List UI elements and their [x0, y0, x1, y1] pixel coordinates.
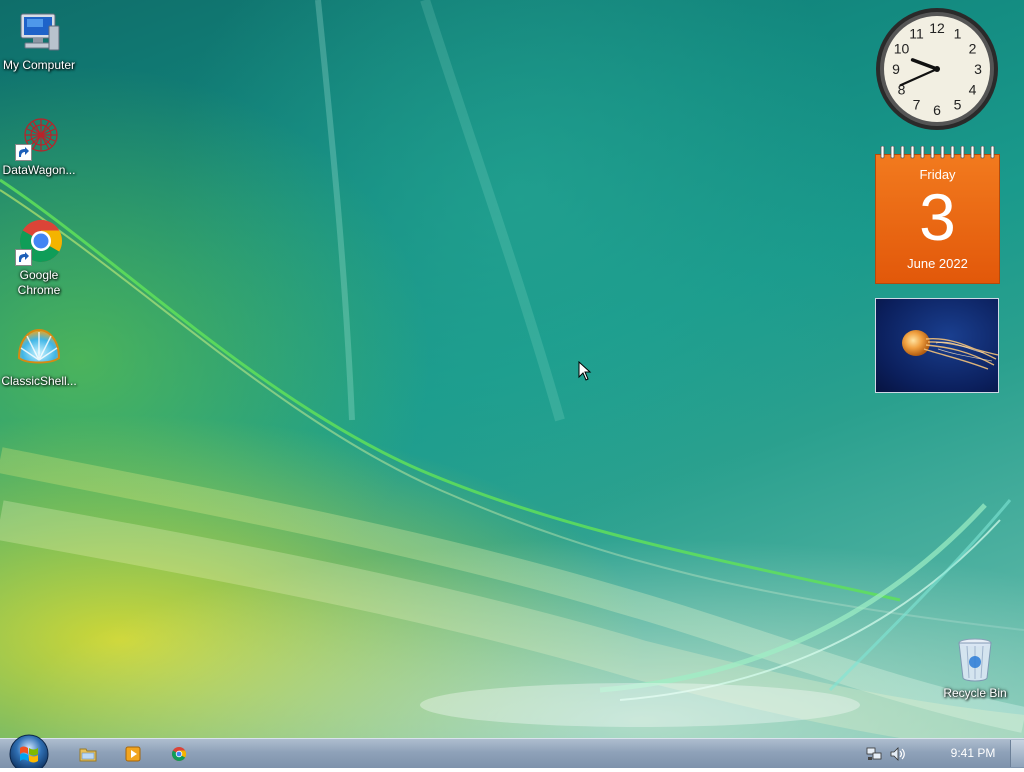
media-player-icon — [125, 746, 141, 762]
desktop-icon-google-chrome[interactable]: Google Chrome — [0, 218, 78, 298]
clock-numeral: 3 — [974, 61, 982, 77]
clock-numeral: 10 — [894, 41, 910, 57]
clock-numeral: 5 — [954, 97, 962, 113]
show-desktop-button[interactable] — [1010, 740, 1024, 767]
file-explorer-icon — [79, 748, 97, 762]
network-icon[interactable] — [866, 747, 882, 761]
shortcut-arrow-icon — [15, 249, 32, 266]
taskbar-chrome-button[interactable] — [167, 742, 191, 766]
shortcut-arrow-icon — [15, 144, 32, 161]
desktop-icon-label: ClassicShell... — [1, 374, 77, 388]
datawagon-icon — [15, 113, 63, 161]
clock-numeral: 1 — [954, 26, 962, 42]
clock-numeral: 11 — [909, 26, 924, 42]
clock-numeral: 4 — [969, 82, 977, 98]
taskbar: 9:41 PM — [0, 738, 1024, 768]
clock-numeral: 6 — [933, 102, 941, 118]
clock-numeral: 2 — [969, 41, 977, 57]
calendar-gadget[interactable]: Friday 3 June 2022 — [875, 146, 1000, 284]
taskbar-media-player-button[interactable] — [121, 742, 145, 766]
chrome-icon — [15, 218, 63, 266]
clock-gadget[interactable]: 12 1 2 3 4 5 6 7 8 9 10 11 — [874, 6, 1000, 132]
computer-icon — [15, 8, 63, 56]
taskbar-clock[interactable]: 9:41 PM — [940, 746, 1006, 760]
slideshow-gadget[interactable] — [875, 298, 999, 393]
jellyfish-image — [902, 330, 998, 370]
desktop-icon-my-computer[interactable]: My Computer — [0, 8, 78, 73]
desktop-icon-classicshell[interactable]: ClassicShell... — [0, 324, 78, 389]
taskbar-file-explorer-button[interactable] — [76, 742, 100, 766]
desktop-icon-datawagon[interactable]: DataWagon... — [0, 113, 78, 178]
mouse-cursor-icon — [578, 361, 592, 381]
wallpaper-waves — [0, 0, 1024, 738]
calendar-day-number: 3 — [919, 180, 956, 254]
desktop-background[interactable]: My Computer DataWagon... Google Chrome C… — [0, 0, 1024, 738]
clock-numeral: 7 — [913, 97, 921, 113]
start-button[interactable] — [7, 734, 51, 772]
desktop-icon-recycle-bin[interactable]: Recycle Bin — [936, 636, 1014, 701]
chrome-icon — [171, 747, 187, 761]
recycle-bin-icon — [951, 636, 999, 684]
calendar-month-year: June 2022 — [907, 256, 968, 271]
calendar-page: Friday 3 June 2022 — [875, 154, 1000, 284]
desktop-icon-label: Google Chrome — [17, 268, 61, 297]
classicshell-icon — [15, 324, 63, 372]
windows-logo-icon — [9, 734, 49, 772]
calendar-rings — [880, 146, 995, 159]
desktop-icon-label: My Computer — [2, 58, 76, 72]
clock-numeral: 12 — [929, 20, 945, 36]
desktop-icon-label: DataWagon... — [2, 163, 76, 177]
clock-numeral: 9 — [892, 61, 900, 77]
desktop-icon-label: Recycle Bin — [943, 686, 1007, 700]
volume-icon[interactable] — [890, 747, 906, 761]
